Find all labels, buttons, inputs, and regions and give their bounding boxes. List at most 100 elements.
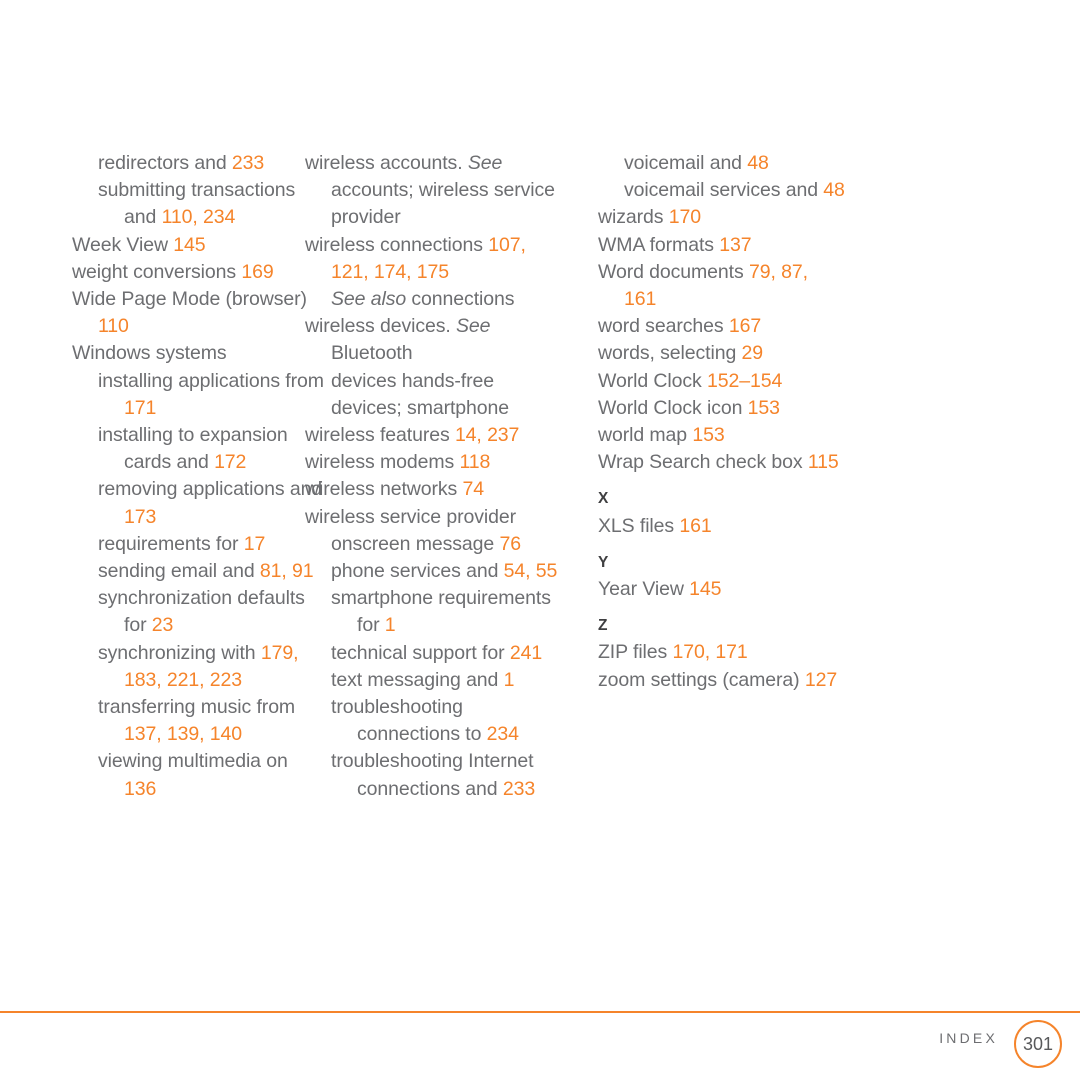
index-entry: connections to 234: [305, 721, 590, 748]
index-entry: for 1: [305, 612, 590, 639]
index-entry-text: Bluetooth: [331, 342, 413, 365]
index-entry: wireless connections 107,: [305, 232, 590, 259]
index-page-ref[interactable]: 233: [232, 152, 264, 174]
index-entry: wireless modems 118: [305, 449, 590, 476]
index-page-ref[interactable]: 127: [805, 669, 837, 691]
index-entry-text: zoom settings (camera): [598, 668, 805, 691]
index-entry: Windows systems: [72, 340, 295, 367]
index-page-ref[interactable]: 29: [742, 342, 764, 364]
index-entry-text: wireless features: [305, 424, 455, 447]
index-page-ref[interactable]: 241: [510, 642, 542, 664]
index-entry-text: wireless accounts.: [305, 152, 468, 174]
index-page-ref[interactable]: 161: [624, 288, 656, 310]
index-entry-text: connections and: [357, 777, 503, 800]
index-entry-text: wizards: [598, 206, 669, 229]
index-entry-text: Week View: [72, 233, 174, 256]
index-entry-text: XLS files: [598, 514, 680, 537]
index-entry-text: Word documents: [598, 260, 749, 283]
index-section-heading: X: [598, 490, 609, 508]
index-page-ref[interactable]: 161: [679, 515, 711, 537]
index-entry: Wide Page Mode (browser): [72, 286, 307, 313]
index-page-ref[interactable]: 170: [669, 206, 701, 228]
index-entry: WMA formats 137: [598, 232, 1010, 259]
index-entry-text: provider: [331, 206, 401, 229]
index-page-ref[interactable]: 167: [729, 315, 761, 337]
index-page-ref[interactable]: 145: [689, 578, 721, 600]
index-entry: 136: [72, 776, 295, 803]
index-columns: redirectors and 233 submitting transactio…: [0, 150, 1080, 803]
index-page-ref[interactable]: 17: [244, 533, 266, 555]
index-entry: phone services and 54, 55: [305, 558, 590, 585]
index-entry: World Clock 152–154: [598, 368, 1010, 395]
index-entry: for 23: [72, 612, 295, 639]
index-page-ref[interactable]: 171: [124, 397, 156, 419]
index-page-ref[interactable]: 170, 171: [673, 641, 748, 663]
index-entry: voicemail services and 48: [598, 177, 1010, 204]
index-entry-text: wireless networks: [305, 478, 463, 501]
index-page-ref[interactable]: 23: [152, 614, 174, 636]
index-entry: accounts; wireless service: [305, 177, 590, 204]
index-page-ref[interactable]: 137: [719, 234, 751, 256]
index-page-ref[interactable]: 1: [385, 614, 396, 636]
index-page-ref[interactable]: 169: [241, 261, 273, 283]
index-page-ref[interactable]: 152–154: [707, 370, 782, 392]
index-page-ref[interactable]: 1: [504, 669, 515, 691]
index-page-ref[interactable]: 79, 87,: [749, 261, 808, 283]
index-column-2: wireless accounts. See accounts; wireless…: [295, 150, 590, 803]
index-page-ref[interactable]: 145: [173, 234, 205, 256]
index-entry-text: removing applications and: [98, 478, 323, 501]
index-page-ref[interactable]: 74: [463, 478, 485, 500]
index-entry: voicemail and 48: [598, 150, 1010, 177]
index-page-ref[interactable]: 121, 174, 175: [331, 261, 449, 283]
index-page-ref[interactable]: 110, 234: [162, 206, 236, 228]
index-entry: word searches 167: [598, 313, 1010, 340]
index-page-ref[interactable]: 76: [499, 533, 521, 555]
index-entry: synchronizing with 179,: [72, 640, 299, 667]
index-entry-text: Wide Page Mode (browser): [72, 288, 307, 311]
index-entry-text: smartphone requirements: [331, 587, 551, 610]
index-entry-text: connections: [406, 288, 515, 311]
index-entry-text: Wrap Search check box: [598, 451, 808, 474]
index-entry: words, selecting 29: [598, 340, 1010, 367]
index-column-3: voicemail and 48 voicemail services and 4…: [590, 150, 1010, 803]
index-page-ref[interactable]: 136: [124, 778, 156, 800]
index-entry-text: redirectors and: [98, 152, 232, 174]
index-entry-text: wireless modems: [305, 451, 460, 474]
index-entry-text: Year View: [598, 578, 690, 601]
index-entry-text: words, selecting: [598, 342, 742, 365]
index-entry: Week View 145: [72, 232, 295, 259]
index-page-ref[interactable]: 118: [459, 451, 490, 473]
index-page-ref[interactable]: 234: [487, 723, 519, 745]
index-page-ref[interactable]: 54, 55: [504, 560, 558, 582]
index-page-ref[interactable]: 137, 139, 140: [124, 723, 242, 745]
index-entry: text messaging and 1: [305, 667, 590, 694]
index-entry: Bluetooth: [305, 340, 590, 367]
index-page-ref[interactable]: 183, 221, 223: [124, 669, 242, 691]
index-page-ref[interactable]: 48: [823, 179, 845, 201]
index-page-ref[interactable]: 153: [748, 397, 780, 419]
index-page-ref[interactable]: 173: [124, 506, 156, 528]
index-page-ref[interactable]: 48: [747, 152, 769, 174]
index-entry: onscreen message 76: [305, 531, 590, 558]
index-entry-text: cards and: [124, 451, 215, 474]
index-entry-text: installing applications from: [98, 369, 324, 392]
index-entry-text: WMA formats: [598, 233, 720, 256]
index-entry-text: text messaging and: [331, 668, 504, 691]
index-entry-text: transferring music from: [98, 696, 296, 719]
index-page-ref[interactable]: 233: [503, 778, 535, 800]
index-entry: weight conversions 169: [72, 259, 295, 286]
index-entry: XLS files 161: [598, 513, 1010, 540]
index-entry: technical support for 241: [305, 640, 590, 667]
index-entry-text: voicemail services and: [624, 179, 824, 202]
index-page-ref[interactable]: 107,: [488, 234, 526, 256]
index-page-ref[interactable]: 172: [214, 451, 246, 473]
index-page-ref[interactable]: 179,: [261, 642, 299, 664]
index-entry: 161: [598, 286, 1010, 313]
index-column-1: redirectors and 233 submitting transactio…: [0, 150, 324, 803]
index-page-ref[interactable]: 110: [98, 315, 129, 337]
index-entry: troubleshooting Internet: [305, 748, 590, 775]
index-page-ref[interactable]: 115: [808, 451, 839, 473]
index-page-ref[interactable]: 14, 237: [455, 424, 519, 446]
index-page-ref[interactable]: 153: [692, 424, 724, 446]
index-entry: redirectors and 233: [72, 150, 295, 177]
